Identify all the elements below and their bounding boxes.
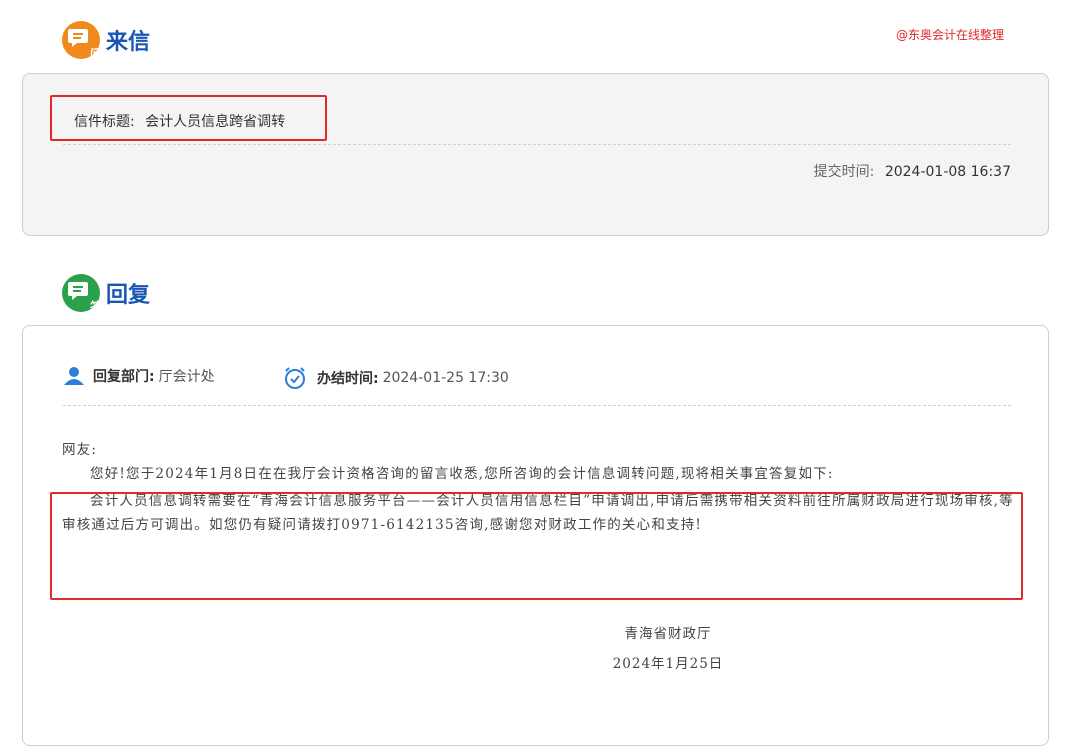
reply-heading: 答 回复 xyxy=(62,274,151,314)
user-icon xyxy=(64,367,84,385)
reply-paragraph-1: 您好!您于2024年1月8日在在我厅会计资格咨询的留言收悉,您所咨询的会计信息调… xyxy=(90,466,834,482)
reply-divider xyxy=(63,405,1011,406)
reply-signature: 青海省财政厅 xyxy=(624,626,712,642)
submit-time-value: 2024-01-08 16:37 xyxy=(884,164,1011,180)
letter-divider xyxy=(63,144,1011,145)
alarm-clock-icon xyxy=(285,367,305,389)
reply-date: 2024年1月25日 xyxy=(612,656,724,672)
dept-label: 回复部门: xyxy=(93,369,155,385)
dept-value: 厅会计处 xyxy=(158,369,215,385)
reply-answer-icon: 答 xyxy=(62,274,102,314)
question-glyph: 问 xyxy=(89,47,102,61)
letter-question-icon: 问 xyxy=(62,21,102,61)
reply-greeting: 网友: xyxy=(62,442,98,458)
done-label: 办结时间: xyxy=(317,371,379,387)
submit-time-label: 提交时间: xyxy=(813,164,875,180)
reply-done-row: 办结时间: 2024-01-25 17:30 xyxy=(283,366,509,390)
watermark: @东奥会计在线整理 xyxy=(896,28,1005,42)
letter-title: 来信 xyxy=(106,29,151,55)
done-value: 2024-01-25 17:30 xyxy=(382,370,509,386)
answer-glyph: 答 xyxy=(89,300,102,314)
letter-heading: 问 来信 xyxy=(62,21,151,61)
subject-highlight-box xyxy=(50,95,327,141)
answer-highlight-box xyxy=(50,492,1023,600)
submit-time-row: 提交时间: 2024-01-08 16:37 xyxy=(814,161,1011,181)
reply-title: 回复 xyxy=(106,282,151,308)
reply-dept-row: 回复部门: 厅会计处 xyxy=(63,366,215,386)
